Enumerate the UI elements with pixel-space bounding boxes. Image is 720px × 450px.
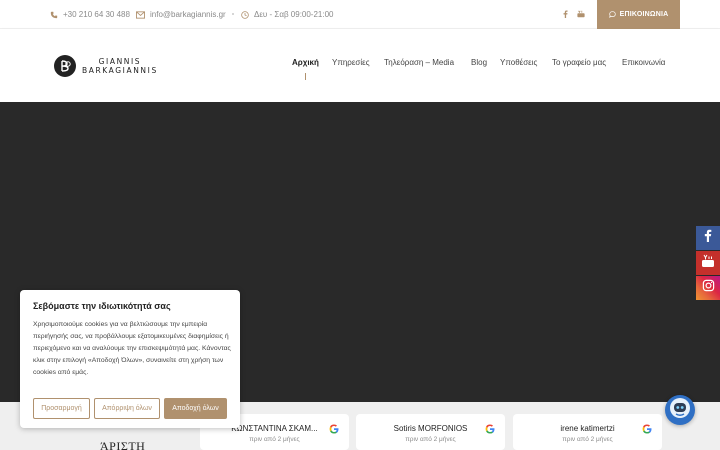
google-icon [329, 424, 339, 434]
chat-assistant-button[interactable] [665, 395, 695, 425]
google-icon [485, 424, 495, 434]
separator-dot [232, 13, 234, 15]
cookie-reject-button[interactable]: Απόρριψη όλων [94, 398, 160, 419]
logo-wordmark: GIANNIS BARKAGIANNIS [82, 57, 158, 75]
phone-contact[interactable]: +30 210 64 30 488 [50, 0, 130, 29]
top-bar: +30 210 64 30 488 info@barkagiannis.gr Δ… [0, 0, 720, 29]
nav-home[interactable]: Αρχική [292, 58, 319, 67]
cookie-customize-button[interactable]: Προσαρμογή [33, 398, 90, 419]
nav-cases[interactable]: Υποθέσεις [500, 58, 537, 67]
reviews-heading: ΆΡΙΣΤΗ [100, 439, 146, 450]
hours-text: Δευ - Σαβ 09:00-21:00 [254, 10, 334, 19]
float-youtube-button[interactable] [696, 251, 720, 275]
review-author: Sotiris MORFONIOS [393, 424, 468, 433]
email-text: info@barkagiannis.gr [150, 10, 226, 19]
contact-button-label: ΕΠΙΚΟΙΝΩΝΙΑ [619, 11, 669, 18]
youtube-link[interactable] [577, 0, 585, 29]
robot-assistant-icon [669, 397, 691, 424]
logo-mark-icon [54, 55, 76, 77]
site-header: GIANNIS BARKAGIANNIS Αρχική Υπηρεσίες Τη… [0, 29, 720, 102]
site-logo[interactable]: GIANNIS BARKAGIANNIS [54, 54, 158, 78]
review-author: irene katimertzi [560, 424, 615, 433]
separator-dot [128, 13, 130, 15]
logo-line2: BARKAGIANNIS [82, 66, 158, 75]
nav-contact[interactable]: Επικοινωνία [622, 58, 665, 67]
cookie-accept-button[interactable]: Αποδοχή όλων [164, 398, 227, 419]
youtube-icon [701, 254, 715, 273]
facebook-link[interactable] [563, 0, 568, 29]
nav-media[interactable]: Τηλεόραση – Media [384, 58, 454, 67]
cookie-description: Χρησιμοποιούμε cookies για να βελτιώσουμ… [33, 321, 231, 376]
nav-services[interactable]: Υπηρεσίες [332, 58, 370, 67]
review-time: πριν από 2 μήνες [562, 436, 613, 443]
phone-icon [50, 11, 58, 19]
envelope-icon [136, 10, 145, 19]
email-contact[interactable]: info@barkagiannis.gr [136, 0, 226, 29]
logo-line1: GIANNIS [98, 57, 142, 66]
active-nav-indicator [305, 73, 306, 80]
opening-hours: Δευ - Σαβ 09:00-21:00 [241, 0, 334, 29]
youtube-icon [577, 10, 585, 20]
clock-icon [241, 10, 249, 19]
review-time: πριν από 2 μήνες [249, 436, 300, 443]
float-instagram-button[interactable] [696, 276, 720, 300]
nav-blog[interactable]: Blog [471, 58, 487, 67]
nav-office[interactable]: Το γραφείο μας [552, 58, 606, 67]
cookie-title: Σεβόμαστε την ιδιωτικότητά σας [33, 301, 171, 311]
instagram-icon [702, 279, 715, 297]
chat-bubble-icon [608, 11, 616, 18]
phone-text: +30 210 64 30 488 [63, 10, 130, 19]
cookie-consent-dialog: Σεβόμαστε την ιδιωτικότητά σας Χρησιμοπο… [20, 290, 240, 428]
review-card[interactable]: Sotiris MORFONIOS πριν από 2 μήνες [356, 414, 505, 450]
review-time: πριν από 2 μήνες [405, 436, 456, 443]
google-icon [642, 424, 652, 434]
float-facebook-button[interactable] [696, 226, 720, 250]
contact-button[interactable]: ΕΠΙΚΟΙΝΩΝΙΑ [597, 0, 680, 29]
facebook-icon [563, 9, 568, 20]
facebook-icon [704, 229, 712, 247]
review-card[interactable]: irene katimertzi πριν από 2 μήνες [513, 414, 662, 450]
